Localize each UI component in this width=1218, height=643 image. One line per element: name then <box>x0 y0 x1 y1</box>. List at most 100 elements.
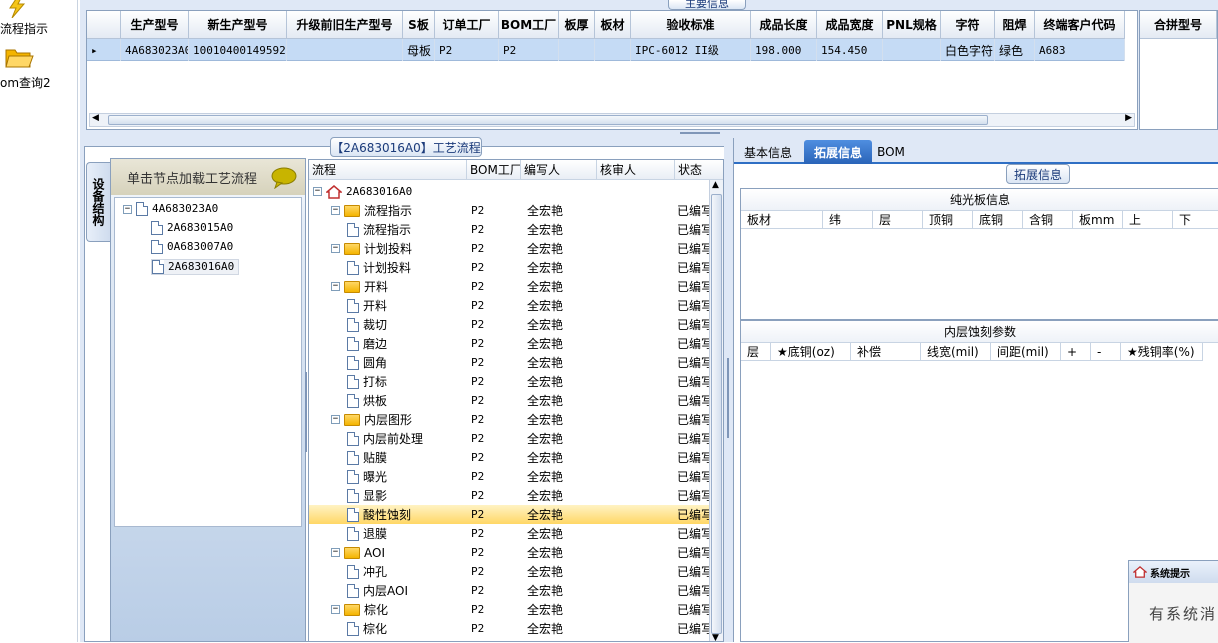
column-header[interactable]: 订单工厂 <box>435 11 499 39</box>
table-cell[interactable]: IPC-6012 II级 <box>631 39 751 61</box>
vertical-scrollbar[interactable]: ▲ ▼ <box>709 180 723 641</box>
launcher-item-process[interactable]: 流程指示 <box>0 0 78 40</box>
process-row[interactable]: − 流程指示 P2 全宏艳 已编写 <box>309 201 709 220</box>
scroll-thumb[interactable] <box>108 115 988 125</box>
column-header[interactable]: 间距(mil) <box>991 343 1061 361</box>
table-cell[interactable]: 白色字符 <box>941 39 995 61</box>
process-row[interactable]: − 计划投料 P2 全宏艳 已编写 <box>309 239 709 258</box>
column-header[interactable]: 阻焊 <box>995 11 1035 39</box>
column-header[interactable]: 流程 <box>309 160 467 180</box>
column-header[interactable]: BOM工厂 <box>467 160 521 180</box>
column-header[interactable]: PNL规格 <box>883 11 941 39</box>
process-row[interactable]: 烘板 P2 全宏艳 已编写 <box>309 391 709 410</box>
tree-node[interactable]: 2A683015A0 <box>151 221 233 235</box>
table-cell[interactable] <box>287 39 403 61</box>
process-row[interactable]: 开料 P2 全宏艳 已编写 <box>309 296 709 315</box>
collapse-icon[interactable]: − <box>331 605 340 614</box>
tree-node[interactable]: 0A683007A0 <box>151 240 233 254</box>
table-cell[interactable]: 10010400149592 <box>189 39 287 61</box>
tab-basic-info[interactable]: 基本信息 <box>738 140 798 164</box>
table-cell[interactable] <box>595 39 631 61</box>
table-cell[interactable]: 154.450 <box>817 39 883 61</box>
column-header[interactable]: 含铜 <box>1023 211 1073 229</box>
table-row[interactable]: ▸ 4A683023A0 10010400149592 母板 P2 P2 IPC… <box>87 39 1125 61</box>
table-cell[interactable]: 绿色 <box>995 39 1035 61</box>
collapse-icon[interactable]: − <box>331 206 340 215</box>
column-header[interactable]: BOM工厂 <box>499 11 559 39</box>
column-header[interactable]: 补偿 <box>851 343 921 361</box>
collapse-icon[interactable]: − <box>123 204 132 214</box>
tree-node-selected[interactable]: 2A683016A0 <box>151 259 240 275</box>
table-cell[interactable]: A683 <box>1035 39 1125 61</box>
column-header[interactable]: 验收标准 <box>631 11 751 39</box>
collapse-icon[interactable]: − <box>331 548 340 557</box>
column-header[interactable]: - <box>1091 343 1121 361</box>
process-row[interactable]: 贴膜 P2 全宏艳 已编写 <box>309 448 709 467</box>
process-row[interactable]: − 内层图形 P2 全宏艳 已编写 <box>309 410 709 429</box>
scroll-up-icon[interactable]: ▲ <box>712 180 719 190</box>
column-header[interactable]: 生产型号 <box>121 11 189 39</box>
scroll-right-icon[interactable]: ▶ <box>1125 113 1132 123</box>
process-row[interactable]: − 开料 P2 全宏艳 已编写 <box>309 277 709 296</box>
column-header[interactable]: 核审人 <box>597 160 675 180</box>
column-header[interactable]: 终端客户代码 <box>1035 11 1125 39</box>
scroll-down-icon[interactable]: ▼ <box>712 633 719 641</box>
process-row[interactable]: − 棕化 P2 全宏艳 已编写 <box>309 600 709 619</box>
column-header[interactable]: 层 <box>741 343 771 361</box>
table-cell[interactable]: P2 <box>499 39 559 61</box>
horizontal-scrollbar[interactable]: ◀ ▶ <box>89 113 1135 127</box>
table-cell[interactable]: 母板 <box>403 39 435 61</box>
process-row[interactable]: 冲孔 P2 全宏艳 已编写 <box>309 562 709 581</box>
column-header[interactable]: + <box>1061 343 1091 361</box>
column-header[interactable]: 合拼型号 <box>1140 11 1217 39</box>
process-row[interactable]: 计划投料 P2 全宏艳 已编写 <box>309 258 709 277</box>
column-header[interactable]: ★底铜(oz) <box>771 343 851 361</box>
process-row[interactable]: 曝光 P2 全宏艳 已编写 <box>309 467 709 486</box>
table-cell[interactable] <box>883 39 941 61</box>
table-cell[interactable]: 4A683023A0 <box>121 39 189 61</box>
process-row[interactable]: 内层前处理 P2 全宏艳 已编写 <box>309 429 709 448</box>
collapse-icon[interactable]: − <box>313 187 322 196</box>
process-row-selected[interactable]: 酸性蚀刻 P2 全宏艳 已编写 <box>309 505 709 524</box>
column-header[interactable]: ★残铜率(%) <box>1121 343 1203 361</box>
vertical-splitter[interactable] <box>724 138 733 642</box>
column-header[interactable]: 纬 <box>823 211 873 229</box>
tab-extended-info[interactable]: 拓展信息 <box>804 140 872 164</box>
collapse-icon[interactable]: − <box>331 244 340 253</box>
column-header[interactable]: 顶铜 <box>923 211 973 229</box>
process-row[interactable]: 裁切 P2 全宏艳 已编写 <box>309 315 709 334</box>
process-row[interactable]: 显影 P2 全宏艳 已编写 <box>309 486 709 505</box>
tab-equipment-structure[interactable]: 设备结构 <box>86 162 110 242</box>
system-notification[interactable]: 系统提示 有系统消 <box>1128 560 1218 643</box>
process-row[interactable]: 打标 P2 全宏艳 已编写 <box>309 372 709 391</box>
table-cell[interactable] <box>559 39 595 61</box>
process-row[interactable]: 流程指示 P2 全宏艳 已编写 <box>309 220 709 239</box>
column-header[interactable]: 字符 <box>941 11 995 39</box>
scroll-thumb[interactable] <box>711 194 722 634</box>
process-row[interactable]: 磨边 P2 全宏艳 已编写 <box>309 334 709 353</box>
column-header[interactable]: 上 <box>1123 211 1173 229</box>
process-row[interactable]: − AOI P2 全宏艳 已编写 <box>309 543 709 562</box>
column-header[interactable]: 板厚 <box>559 11 595 39</box>
column-header[interactable]: 成品长度 <box>751 11 817 39</box>
process-row[interactable]: 圆角 P2 全宏艳 已编写 <box>309 353 709 372</box>
collapse-icon[interactable]: − <box>331 282 340 291</box>
column-header[interactable]: 下 <box>1173 211 1218 229</box>
column-header[interactable]: 成品宽度 <box>817 11 883 39</box>
column-header[interactable]: 线宽(mil) <box>921 343 991 361</box>
column-header[interactable]: 板mm <box>1073 211 1123 229</box>
launcher-item-om[interactable]: om查询2 <box>0 44 78 90</box>
tree-node[interactable]: − 4A683023A0 <box>123 202 218 216</box>
column-header[interactable]: 底铜 <box>973 211 1023 229</box>
column-header[interactable]: 状态 <box>675 160 723 180</box>
column-header[interactable]: S板 <box>403 11 435 39</box>
process-row[interactable]: 内层AOI P2 全宏艳 已编写 <box>309 581 709 600</box>
process-row[interactable]: 退膜 P2 全宏艳 已编写 <box>309 524 709 543</box>
horizontal-splitter[interactable] <box>80 130 1218 138</box>
collapse-icon[interactable]: − <box>331 415 340 424</box>
column-header[interactable]: 新生产型号 <box>189 11 287 39</box>
process-row[interactable]: 棕化 P2 全宏艳 已编写 <box>309 619 709 638</box>
tree-root-row[interactable]: − 2A683016A0 <box>309 182 709 201</box>
table-cell[interactable]: P2 <box>435 39 499 61</box>
tab-bom[interactable]: BOM <box>876 140 906 164</box>
